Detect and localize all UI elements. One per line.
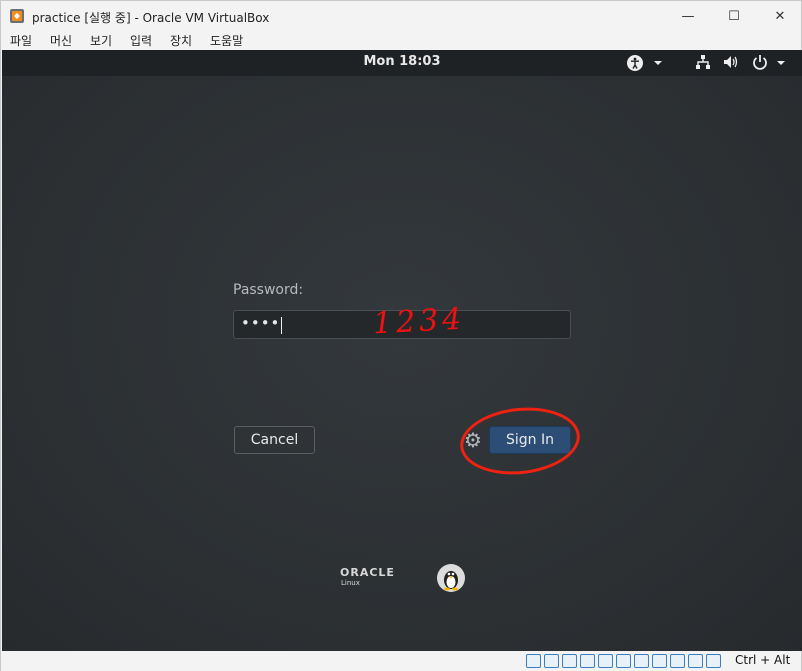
- audio-icon[interactable]: [562, 654, 577, 668]
- text-caret: [281, 317, 282, 334]
- window-title: practice [실행 중] - Oracle VM VirtualBox: [32, 11, 270, 25]
- volume-icon[interactable]: [723, 54, 739, 74]
- cancel-button-label: Cancel: [250, 432, 299, 448]
- minimize-icon: —: [681, 8, 695, 24]
- accessibility-icon[interactable]: [626, 54, 644, 76]
- device-icons: [526, 654, 721, 668]
- menu-view[interactable]: 보기: [90, 32, 112, 49]
- menu-help[interactable]: 도움말: [210, 32, 243, 49]
- mouse-integration-icon[interactable]: [688, 654, 703, 668]
- chevron-down-icon[interactable]: [776, 56, 786, 72]
- network-icon[interactable]: [695, 54, 711, 74]
- vm-display[interactable]: Mon 18:03 Password: •••• 1234 Cancel ⚙ S…: [2, 50, 802, 651]
- virtualbox-window: practice [실행 중] - Oracle VM VirtualBox —…: [0, 0, 802, 671]
- maximize-button[interactable]: ☐: [711, 1, 757, 31]
- close-button[interactable]: ✕: [757, 1, 802, 31]
- menu-bar: 파일 머신 보기 입력 장치 도움말: [1, 31, 801, 50]
- usb-icon[interactable]: [598, 654, 613, 668]
- maximize-icon: ☐: [728, 8, 740, 24]
- status-bar: Ctrl + Alt: [1, 651, 801, 671]
- virtualbox-app-icon: [10, 9, 24, 23]
- optical-drive-icon[interactable]: [544, 654, 559, 668]
- tux-penguin-icon: [437, 564, 465, 592]
- keyboard-capture-icon[interactable]: [706, 654, 721, 668]
- gnome-top-bar: Mon 18:03: [2, 50, 802, 76]
- password-label: Password:: [233, 282, 304, 298]
- recording-icon[interactable]: [652, 654, 667, 668]
- menu-devices[interactable]: 장치: [170, 32, 192, 49]
- menu-input[interactable]: 입력: [130, 32, 152, 49]
- cancel-button[interactable]: Cancel: [234, 426, 315, 454]
- menu-file[interactable]: 파일: [10, 32, 32, 49]
- password-masked-value: ••••: [241, 314, 281, 332]
- power-icon[interactable]: [752, 54, 768, 74]
- oracle-logo-text: ORACLE: [340, 566, 395, 579]
- host-key-label: Ctrl + Alt: [735, 653, 791, 667]
- shared-folder-icon[interactable]: [616, 654, 631, 668]
- oracle-logo-subtext: Linux: [341, 579, 360, 587]
- chevron-down-icon[interactable]: [653, 56, 663, 72]
- title-bar[interactable]: practice [실행 중] - Oracle VM VirtualBox —…: [1, 1, 801, 31]
- clock[interactable]: Mon 18:03: [2, 54, 802, 69]
- close-icon: ✕: [774, 8, 786, 24]
- gdm-background: [2, 50, 802, 651]
- display-icon[interactable]: [634, 654, 649, 668]
- minimize-button[interactable]: —: [665, 1, 711, 31]
- oracle-linux-logo: ORACLE Linux: [340, 566, 395, 587]
- menu-machine[interactable]: 머신: [50, 32, 72, 49]
- network-adapter-icon[interactable]: [580, 654, 595, 668]
- handwritten-annotation: 1234: [372, 301, 467, 342]
- virtualization-icon[interactable]: [670, 654, 685, 668]
- hard-disk-icon[interactable]: [526, 654, 541, 668]
